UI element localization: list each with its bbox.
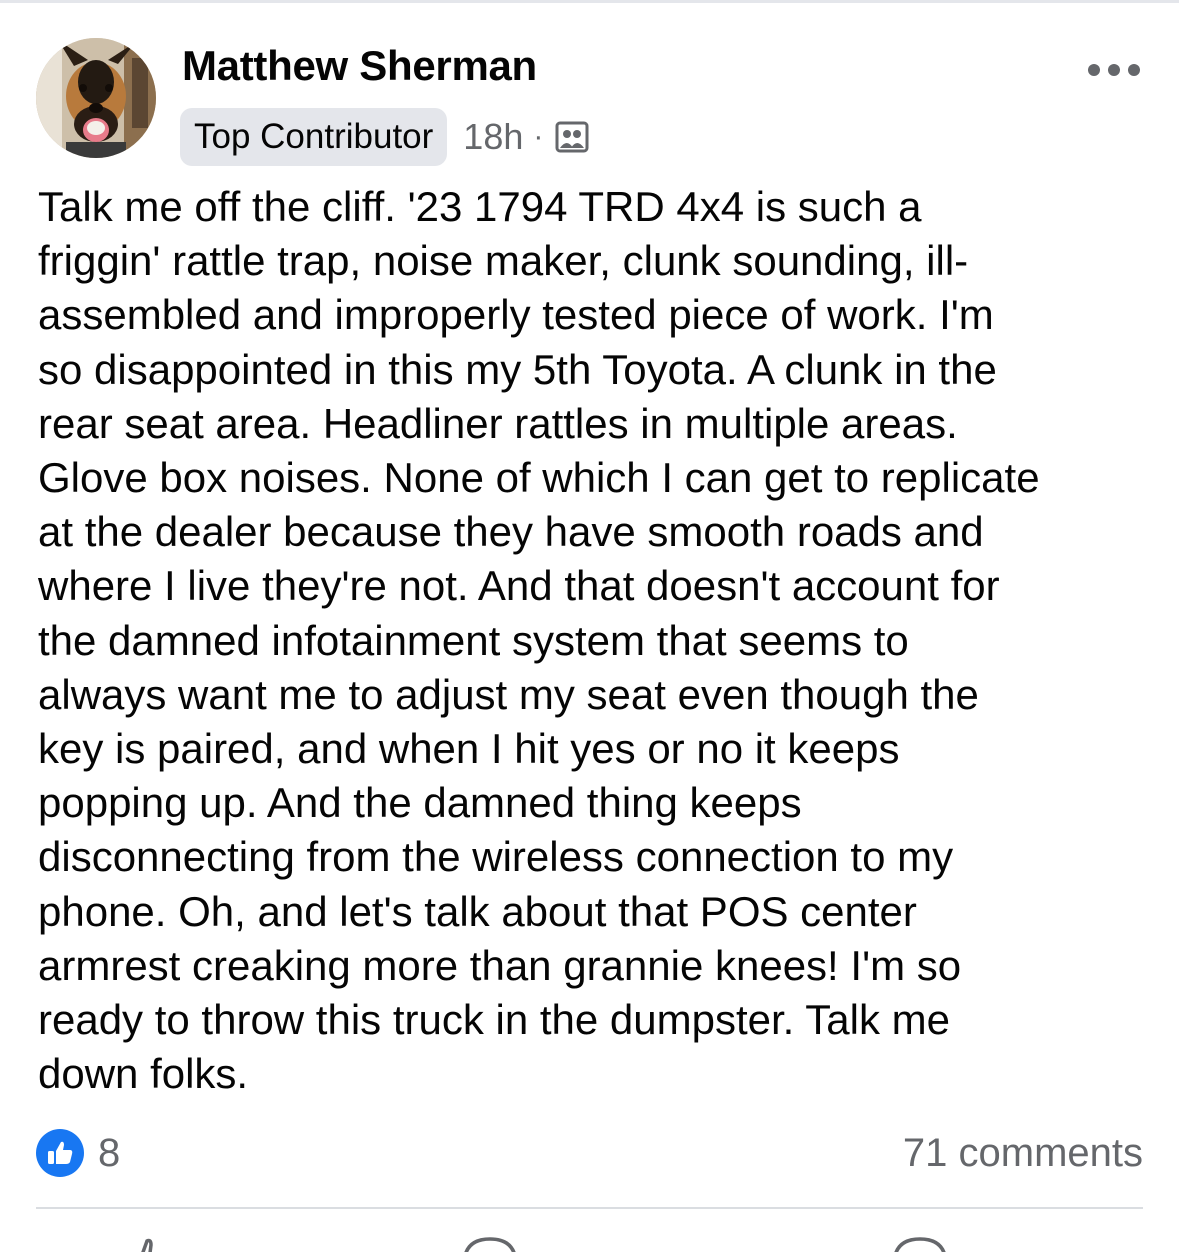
more-dot <box>1128 64 1140 76</box>
post-meta: Top Contributor 18h · <box>180 108 589 166</box>
reaction-count: 8 <box>98 1130 121 1175</box>
reactions-summary[interactable]: 8 <box>36 1128 120 1178</box>
action-bar <box>0 1209 1179 1252</box>
group-members-icon <box>555 120 589 154</box>
post-time[interactable]: 18h <box>463 116 523 158</box>
like-outline-icon <box>141 1238 153 1252</box>
share-button[interactable] <box>790 1209 1170 1252</box>
like-button[interactable] <box>0 1209 380 1252</box>
avatar[interactable] <box>36 38 156 158</box>
more-dot <box>1088 64 1100 76</box>
share-icon <box>894 1237 946 1252</box>
author-name[interactable]: Matthew Sherman <box>182 42 537 90</box>
like-icon <box>36 1129 84 1177</box>
top-contributor-badge[interactable]: Top Contributor <box>180 108 448 166</box>
more-dot <box>1108 64 1120 76</box>
post-body: Talk me off the cliff. '23 1794 TRD 4x4 … <box>38 183 1040 1098</box>
top-divider <box>0 0 1179 3</box>
comment-button[interactable] <box>395 1209 775 1252</box>
comment-icon <box>464 1237 516 1252</box>
more-options-icon[interactable] <box>1088 60 1140 80</box>
comments-count[interactable]: 71 comments <box>903 1128 1143 1178</box>
meta-separator: · <box>533 120 544 153</box>
dog-avatar-image <box>36 38 156 158</box>
